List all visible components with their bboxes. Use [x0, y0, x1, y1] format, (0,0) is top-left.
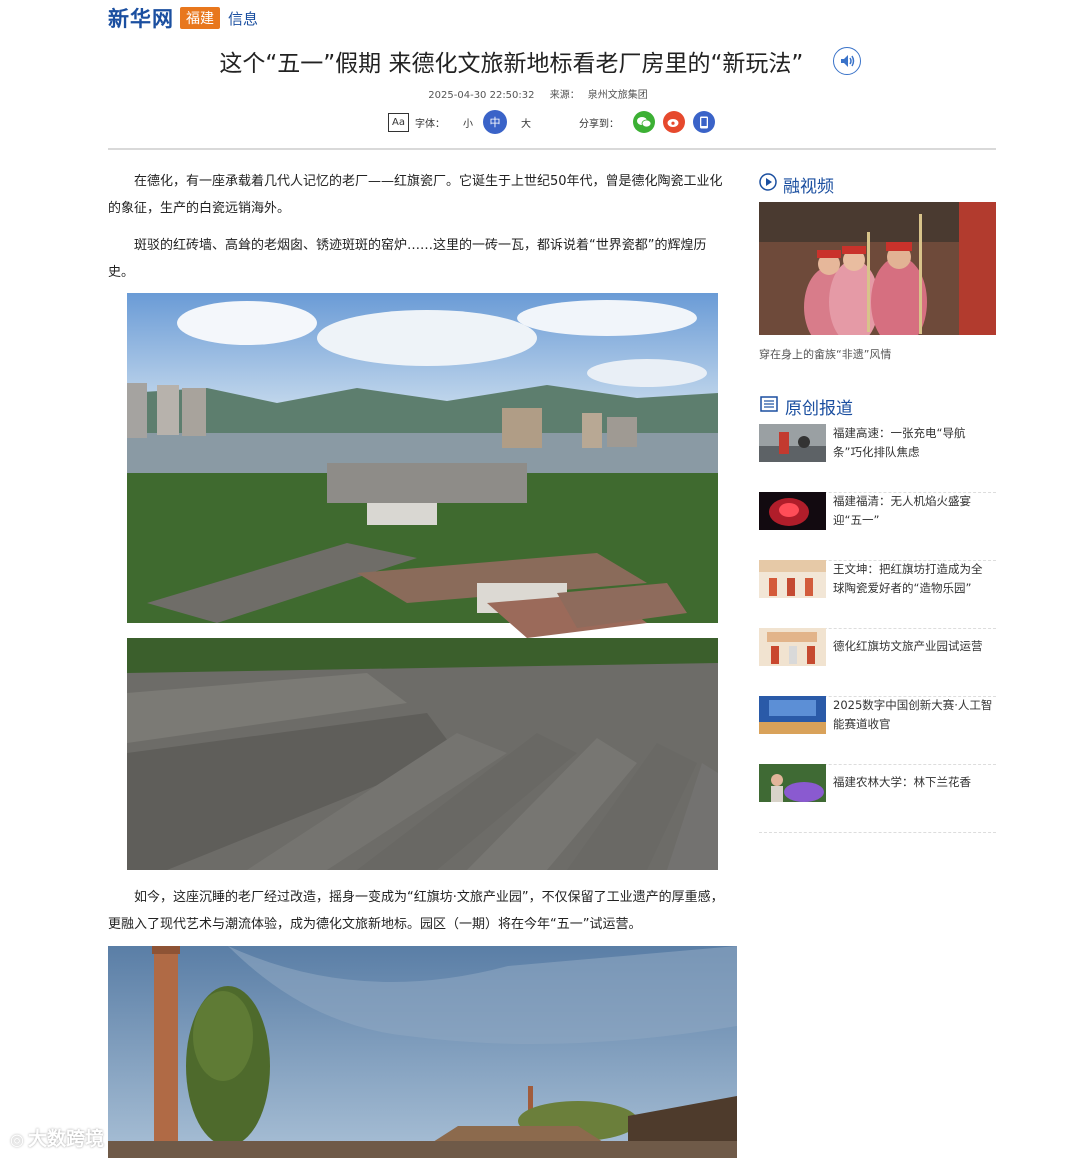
watermark-text: 大数跨境 [27, 1128, 104, 1150]
font-small-button[interactable]: 小 [463, 115, 473, 130]
news-item[interactable]: 福建高速：一张充电“导航条”巧化排队焦虑 [759, 424, 996, 493]
video-section-label: 融视频 [783, 177, 834, 197]
factory-chimney-photo [108, 946, 737, 1158]
news-item[interactable]: 福建农林大学：林下兰花香 [759, 764, 996, 833]
news-thumbnail[interactable] [759, 424, 826, 462]
original-section-title[interactable]: 原创报道 [759, 394, 853, 419]
site-header: 新华网 福建 信息 [108, 3, 258, 33]
share-label: 分享到： [579, 118, 619, 130]
site-logo[interactable]: 新华网 [108, 3, 174, 33]
article-meta: 2025-04-30 22:50:32 来源： 泉州文旅集团 [0, 86, 1080, 101]
news-title[interactable]: 王文坤：把红旗坊打造成为全球陶瓷爱好者的“造物乐园” [833, 560, 993, 598]
font-large-button[interactable]: 大 [521, 115, 531, 130]
source-name: 泉州文旅集团 [587, 90, 648, 101]
news-thumbnail[interactable] [759, 492, 826, 530]
news-thumbnail[interactable] [759, 560, 826, 598]
news-item[interactable]: 德化红旗坊文旅产业园试运营 [759, 628, 996, 697]
news-title[interactable]: 福建高速：一张充电“导航条”巧化排队焦虑 [833, 424, 993, 462]
article-title: 这个“五一”假期 来德化文旅新地标看老厂房里的“新玩法” [219, 51, 804, 77]
news-thumbnail[interactable] [759, 628, 826, 666]
source-label: 来源： [549, 90, 580, 101]
news-item[interactable]: 2025数字中国创新大赛·人工智能赛道收官 [759, 696, 996, 765]
newspaper-icon [759, 395, 779, 418]
video-caption[interactable]: 穿在身上的畲族“非遗”风情 [759, 346, 891, 362]
region-tag[interactable]: 福建 [180, 7, 220, 29]
publish-time: 2025-04-30 22:50:32 [428, 90, 535, 101]
article-paragraph-3: 如今，这座沉睡的老厂经过改造，摇身一变成为“红旗坊·文旅产业园”，不仅保留了工业… [108, 890, 724, 932]
watermark-logo-icon: ◎ [10, 1130, 24, 1149]
wechat-share-icon[interactable] [633, 111, 655, 133]
news-item[interactable]: 福建福清：无人机焰火盛宴迎“五一” [759, 492, 996, 561]
watermark: ◎ 大数跨境 [10, 1124, 104, 1151]
weibo-share-icon[interactable] [663, 111, 685, 133]
article-paragraph-1: 在德化，有一座承载着几代人记忆的老厂——红旗瓷厂。它诞生于上世纪50年代，曾是德… [108, 174, 723, 216]
video-thumbnail[interactable] [759, 202, 996, 335]
font-label: 字体： [415, 118, 445, 130]
article-tools: Aa 字体： 小 中 大 分享到： [388, 110, 715, 134]
original-section-label: 原创报道 [785, 399, 853, 419]
article-paragraph-2: 斑驳的红砖墙、高耸的老烟囱、锈迹斑斑的窑炉……这里的一砖一瓦，都诉说着“世界瓷都… [108, 238, 707, 280]
play-icon [759, 173, 777, 196]
news-title[interactable]: 2025数字中国创新大赛·人工智能赛道收官 [833, 696, 993, 734]
video-section-title[interactable]: 融视频 [759, 172, 834, 197]
news-thumbnail[interactable] [759, 764, 826, 802]
font-size-icon: Aa [388, 112, 409, 132]
news-thumbnail[interactable] [759, 696, 826, 734]
news-title[interactable]: 德化红旗坊文旅产业园试运营 [833, 637, 993, 656]
header-divider [108, 148, 996, 150]
channel-link[interactable]: 信息 [228, 8, 258, 29]
speaker-icon[interactable] [832, 47, 861, 75]
news-title[interactable]: 福建农林大学：林下兰花香 [833, 773, 993, 792]
news-item[interactable]: 王文坤：把红旗坊打造成为全球陶瓷爱好者的“造物乐园” [759, 560, 996, 629]
news-title[interactable]: 福建福清：无人机焰火盛宴迎“五一” [833, 492, 993, 530]
font-medium-button[interactable]: 中 [483, 110, 507, 134]
article-title-row: 这个“五一”假期 来德化文旅新地标看老厂房里的“新玩法” [0, 44, 1080, 78]
mobile-share-icon[interactable] [693, 111, 715, 133]
factory-aerial-photo [127, 293, 718, 870]
